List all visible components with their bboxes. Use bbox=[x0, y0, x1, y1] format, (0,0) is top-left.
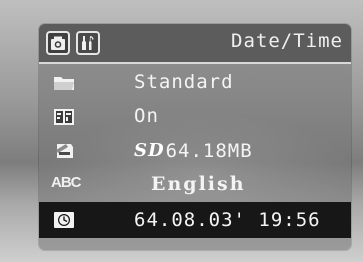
menu-row-folder[interactable]: Standard bbox=[39, 66, 351, 100]
setup-wrench-icon bbox=[82, 36, 94, 50]
memory-card-capacity: 64.18MB bbox=[165, 139, 253, 162]
sd-card-icon: SD bbox=[134, 140, 165, 161]
folder-icon bbox=[54, 77, 74, 90]
memory-card-icon bbox=[56, 144, 73, 158]
menu-row-date-time[interactable]: 64.08.03' 19:56 bbox=[39, 202, 351, 238]
memory-card-value-group: SD 64.18MB bbox=[134, 139, 253, 162]
setup-tab[interactable] bbox=[76, 31, 100, 55]
sd-card-group: SD 64.18MB bbox=[134, 140, 253, 162]
setup-menu-panel: Date/Time Standard On SD 64.18MB ABC Eng… bbox=[39, 24, 351, 250]
folder-value: Standard bbox=[134, 71, 234, 93]
menu-row-language[interactable]: ABC English bbox=[39, 168, 351, 202]
menu-header: Date/Time bbox=[39, 24, 351, 64]
camera-lcd-screen: Date/Time Standard On SD 64.18MB ABC Eng… bbox=[0, 0, 363, 262]
menu-row-memory-card[interactable]: SD 64.18MB bbox=[39, 134, 351, 168]
camera-mode-tab[interactable] bbox=[46, 31, 70, 55]
menu-row-quick-view[interactable]: On bbox=[39, 100, 351, 134]
clock-icon bbox=[54, 212, 74, 228]
language-icon: ABC bbox=[51, 174, 81, 191]
language-value: English bbox=[151, 173, 246, 195]
quick-view-value: On bbox=[134, 105, 159, 127]
camera-icon bbox=[51, 36, 65, 50]
quick-view-icon bbox=[54, 109, 74, 125]
page-title: Date/Time bbox=[231, 30, 343, 52]
date-time-value: 64.08.03' 19:56 bbox=[134, 209, 321, 231]
